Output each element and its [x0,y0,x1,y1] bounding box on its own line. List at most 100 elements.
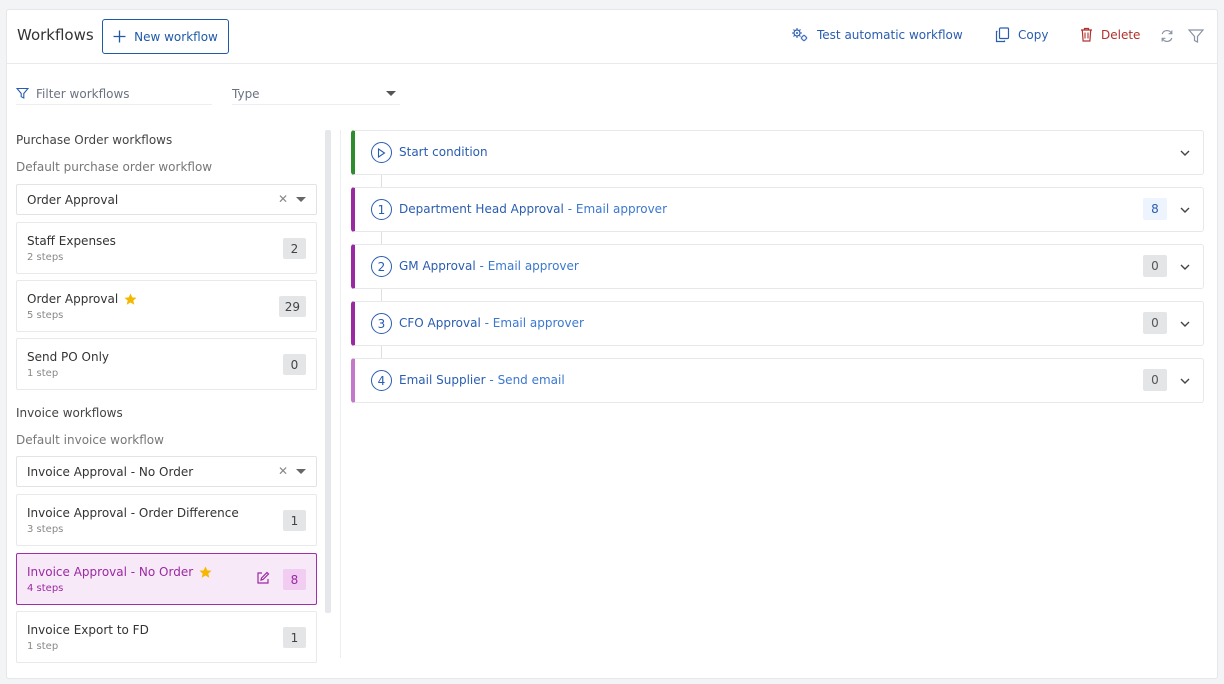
plus-icon [113,30,126,43]
default-invoice-workflow-select[interactable]: Invoice Approval - No Order ✕ [16,456,317,487]
copy-icon [995,27,1010,43]
star-icon [124,293,137,305]
filter-workflows-input[interactable] [36,86,206,101]
gears-icon [792,28,808,42]
step-count-badge: 0 [1143,255,1167,277]
clear-icon[interactable]: ✕ [278,192,288,206]
delete-label: Delete [1101,27,1141,42]
test-automatic-workflow-label: Test automatic workflow [817,28,963,42]
step-connector [381,289,382,301]
star-icon [199,566,212,578]
chevron-down-icon[interactable] [1179,318,1191,330]
step-connector [381,232,382,244]
workflow-card-name: Invoice Export to FD [27,623,149,637]
workflow-count-badge: 2 [283,238,306,259]
workflow-card-name: Staff Expenses [27,234,116,248]
step-number: 1 [371,199,392,220]
default-invoice-workflow-value: Invoice Approval - No Order [27,464,194,479]
copy-label: Copy [1018,28,1049,42]
step-label: CFO Approval - Email approver [399,316,584,330]
chevron-down-icon[interactable] [1179,375,1191,387]
workflow-count-badge: 1 [283,627,306,648]
filter-icon[interactable] [1187,27,1205,45]
step-connector [381,346,382,358]
step-number: 3 [371,313,392,334]
workflow-card-steps: 3 steps [27,524,64,535]
step-label: Department Head Approval - Email approve… [399,202,667,216]
trash-icon [1081,27,1092,42]
workflow-card-steps: 5 steps [27,310,64,321]
edit-icon[interactable] [256,571,270,585]
start-condition-row[interactable]: Start condition [351,130,1204,175]
step-separator: - [479,259,484,273]
step-row-3[interactable]: 3 CFO Approval - Email approver 0 [351,301,1204,346]
header-bar: Workflows New workflow Test automatic wo… [7,10,1217,64]
type-select[interactable]: Type [232,83,400,105]
step-name: CFO Approval [399,316,481,330]
default-purchase-workflow-value: Order Approval [27,192,119,207]
step-number: 4 [371,370,392,391]
step-action: Send email [497,373,565,387]
workflow-card-steps: 4 steps [27,583,64,594]
workflow-count-badge: 8 [283,569,306,590]
step-connector [381,175,382,187]
step-number: 2 [371,256,392,277]
chevron-down-icon[interactable] [1179,147,1191,159]
chevron-down-icon[interactable] [296,469,306,474]
purchase-section-title: Purchase Order workflows [16,133,173,147]
workflow-card-invoice-export-to-fd[interactable]: Invoice Export to FD 1 step 1 [16,611,317,663]
workflow-card-send-po-only[interactable]: Send PO Only 1 step 0 [16,338,317,390]
step-name: Department Head Approval [399,202,564,216]
list-scrollbar[interactable] [325,130,331,613]
copy-button[interactable]: Copy [995,27,1048,43]
workflows-panel: Workflows New workflow Test automatic wo… [6,9,1218,679]
workflow-count-badge: 0 [283,354,306,375]
step-name: Email Supplier [399,373,486,387]
refresh-icon[interactable] [1158,27,1176,45]
step-separator: - [484,316,489,330]
test-automatic-workflow-button[interactable]: Test automatic workflow [791,27,963,43]
play-icon [371,142,392,163]
workflow-card-invoice-approval-order-difference[interactable]: Invoice Approval - Order Difference 3 st… [16,494,317,546]
step-action: Email approver [575,202,667,216]
workflow-card-staff-expenses[interactable]: Staff Expenses 2 steps 2 [16,222,317,274]
new-workflow-button[interactable]: New workflow [102,19,229,54]
delete-button[interactable]: Delete [1080,27,1140,42]
step-row-2[interactable]: 2 GM Approval - Email approver 0 [351,244,1204,289]
step-label: Email Supplier - Send email [399,373,565,387]
chevron-down-icon[interactable] [1179,261,1191,273]
workflow-card-steps: 2 steps [27,252,64,263]
filter-workflows-field[interactable] [16,83,212,105]
start-condition-label: Start condition [399,145,488,159]
filter-icon [16,87,29,99]
workflow-card-name: Send PO Only [27,350,110,364]
workflow-card-order-approval[interactable]: Order Approval 5 steps 29 [16,280,317,332]
chevron-down-icon[interactable] [296,197,306,202]
default-purchase-workflow-select[interactable]: Order Approval ✕ [16,184,317,215]
step-count-badge: 0 [1143,369,1167,391]
panel-divider [340,130,341,658]
workflow-list: Purchase Order workflows Default purchas… [16,130,318,668]
workflow-card-steps: 1 step [27,641,59,652]
step-action: Email approver [492,316,584,330]
invoice-default-label: Default invoice workflow [16,433,164,447]
step-label: GM Approval - Email approver [399,259,579,273]
chevron-down-icon [386,91,396,96]
workflow-card-invoice-approval-no-order[interactable]: Invoice Approval - No Order 4 steps 8 [16,553,317,605]
step-count-badge: 8 [1143,198,1167,220]
chevron-down-icon[interactable] [1179,204,1191,216]
workflow-card-steps: 1 step [27,368,59,379]
type-select-label: Type [232,86,260,101]
step-count-badge: 0 [1143,312,1167,334]
step-row-4[interactable]: 4 Email Supplier - Send email 0 [351,358,1204,403]
step-name: GM Approval [399,259,476,273]
step-separator: - [567,202,573,216]
step-separator: - [489,373,494,387]
workflow-card-name: Invoice Approval - Order Difference [27,506,239,520]
clear-icon[interactable]: ✕ [278,464,288,478]
step-action: Email approver [487,259,579,273]
invoice-section-title: Invoice workflows [16,406,123,420]
workflow-card-name: Order Approval [27,292,137,306]
step-row-1[interactable]: 1 Department Head Approval - Email appro… [351,187,1204,232]
workflow-count-badge: 1 [283,510,306,531]
